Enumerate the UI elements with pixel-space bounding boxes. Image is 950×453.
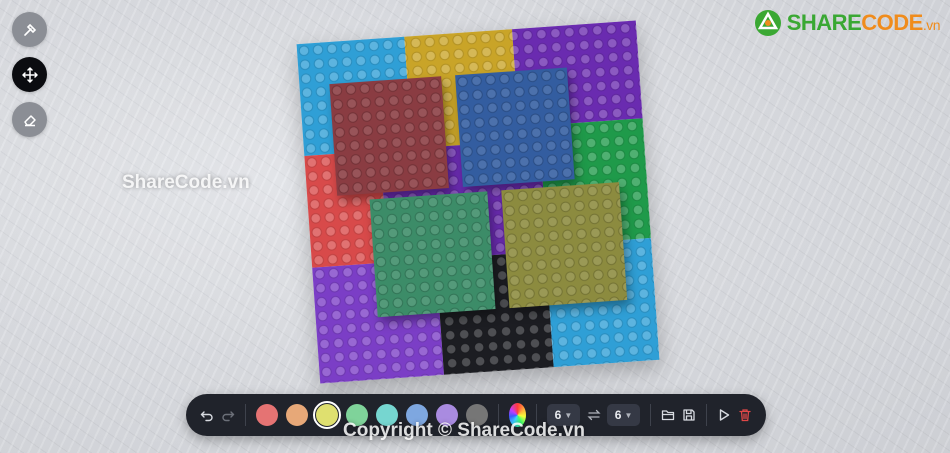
piece-blue[interactable]	[455, 67, 575, 188]
move-tool-button[interactable]	[12, 57, 47, 92]
chevron-down-icon: ▼	[564, 410, 573, 420]
swap-icon	[586, 409, 601, 421]
move-icon	[21, 66, 38, 83]
piece-studs	[501, 182, 628, 309]
logo-text-domain: .vn	[922, 17, 941, 33]
undo-button[interactable]	[200, 405, 215, 425]
hammer-icon	[23, 23, 36, 36]
erase-tool-button[interactable]	[12, 102, 47, 137]
depth-select[interactable]: 6 ▼	[606, 404, 641, 426]
piece-studs	[455, 67, 575, 188]
copyright-watermark: Copyright © ShareCode.vn	[343, 420, 586, 441]
build-tool-button[interactable]	[12, 12, 47, 47]
save-icon	[683, 409, 695, 421]
folder-open-icon	[662, 410, 675, 421]
watermark-text: ShareCode.vn	[122, 172, 250, 193]
trash-icon	[739, 409, 751, 422]
logo-icon	[754, 10, 781, 36]
depth-value: 6	[614, 408, 622, 422]
piece-studs	[369, 191, 496, 318]
piece-red[interactable]	[329, 76, 449, 196]
sharecode-logo: SHARECODE.vn	[753, 8, 941, 38]
undo-icon	[200, 411, 213, 422]
play-button[interactable]	[717, 405, 732, 425]
logo-text-code: CODE	[861, 10, 923, 35]
piece-olive[interactable]	[501, 182, 628, 309]
redo-button[interactable]	[221, 405, 236, 425]
toolbar-divider	[245, 404, 246, 426]
color-swatch[interactable]	[312, 401, 341, 429]
delete-button[interactable]	[737, 405, 752, 425]
toolbar-divider	[650, 404, 652, 426]
color-swatch[interactable]	[255, 404, 278, 426]
swap-dimensions-button[interactable]	[586, 405, 601, 425]
chevron-down-icon: ▼	[624, 410, 633, 420]
open-button[interactable]	[661, 405, 676, 425]
play-icon	[719, 409, 730, 421]
save-button[interactable]	[682, 405, 697, 425]
color-swatch[interactable]	[285, 404, 308, 426]
redo-icon	[222, 411, 235, 422]
piece-green[interactable]	[369, 191, 496, 318]
logo-text-share: SHARE	[786, 10, 862, 35]
eraser-icon	[23, 114, 36, 126]
piece-studs	[329, 76, 449, 196]
toolbar-divider	[706, 404, 707, 426]
lego-baseplate[interactable]	[296, 20, 660, 384]
